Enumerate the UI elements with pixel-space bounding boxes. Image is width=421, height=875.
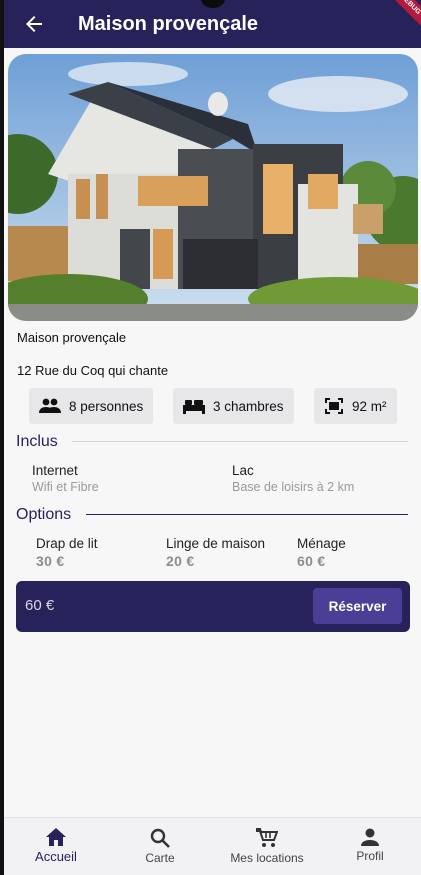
feature-label: 8 personnes bbox=[69, 398, 144, 414]
bottom-navigation: Accueil Carte Mes locations Profil bbox=[4, 817, 421, 875]
arrow-back-icon[interactable] bbox=[4, 0, 64, 48]
section-heading-options: Options bbox=[16, 506, 72, 523]
nav-item-profile[interactable]: Profil bbox=[340, 818, 400, 875]
section-heading-included: Inclus bbox=[16, 433, 58, 450]
nav-label: Accueil bbox=[35, 849, 77, 864]
nav-item-home[interactable]: Accueil bbox=[26, 818, 86, 875]
property-photo bbox=[8, 54, 418, 321]
feature-chip-rooms: 3 chambres bbox=[173, 388, 294, 424]
feature-chip-area: 92 m² bbox=[314, 388, 397, 424]
included-item-title: Internet bbox=[32, 463, 78, 478]
total-price: 60 € bbox=[25, 597, 55, 614]
divider bbox=[86, 514, 408, 515]
cart-icon bbox=[256, 828, 278, 847]
included-item-subtitle: Wifi et Fibre bbox=[32, 480, 99, 494]
bed-icon bbox=[183, 399, 205, 414]
included-item-subtitle: Base de loisirs à 2 km bbox=[232, 480, 355, 494]
booking-bar: 60 € Réserver bbox=[16, 581, 410, 632]
reserve-button[interactable]: Réserver bbox=[313, 588, 402, 624]
feature-label: 92 m² bbox=[352, 398, 387, 414]
option-price: 60 € bbox=[297, 553, 326, 569]
home-icon bbox=[46, 828, 66, 846]
option-title: Linge de maison bbox=[166, 536, 266, 551]
listing-name: Maison provençale bbox=[17, 330, 127, 345]
option-title: Drap de lit bbox=[36, 536, 98, 551]
page-title: Maison provençale bbox=[78, 12, 259, 35]
person-icon bbox=[361, 828, 379, 846]
nav-label: Mes locations bbox=[230, 851, 304, 865]
nav-item-rentals[interactable]: Mes locations bbox=[222, 818, 312, 875]
divider bbox=[72, 441, 408, 442]
included-item-title: Lac bbox=[232, 463, 254, 478]
area-icon bbox=[325, 398, 343, 414]
app-screen: Maison provençale DEBUG Maison provençal… bbox=[4, 0, 421, 875]
option-title: Ménage bbox=[297, 536, 346, 551]
people-icon bbox=[39, 398, 61, 413]
debug-ribbon: DEBUG bbox=[384, 0, 421, 31]
option-price: 30 € bbox=[36, 553, 65, 569]
nav-label: Carte bbox=[145, 851, 175, 865]
nav-item-map[interactable]: Carte bbox=[130, 818, 190, 875]
nav-label: Profil bbox=[356, 849, 384, 863]
option-price: 20 € bbox=[166, 553, 195, 569]
feature-label: 3 chambres bbox=[213, 398, 284, 414]
listing-address: 12 Rue du Coq qui chante bbox=[17, 363, 169, 378]
search-icon bbox=[150, 828, 170, 848]
feature-chip-people: 8 personnes bbox=[29, 388, 154, 424]
